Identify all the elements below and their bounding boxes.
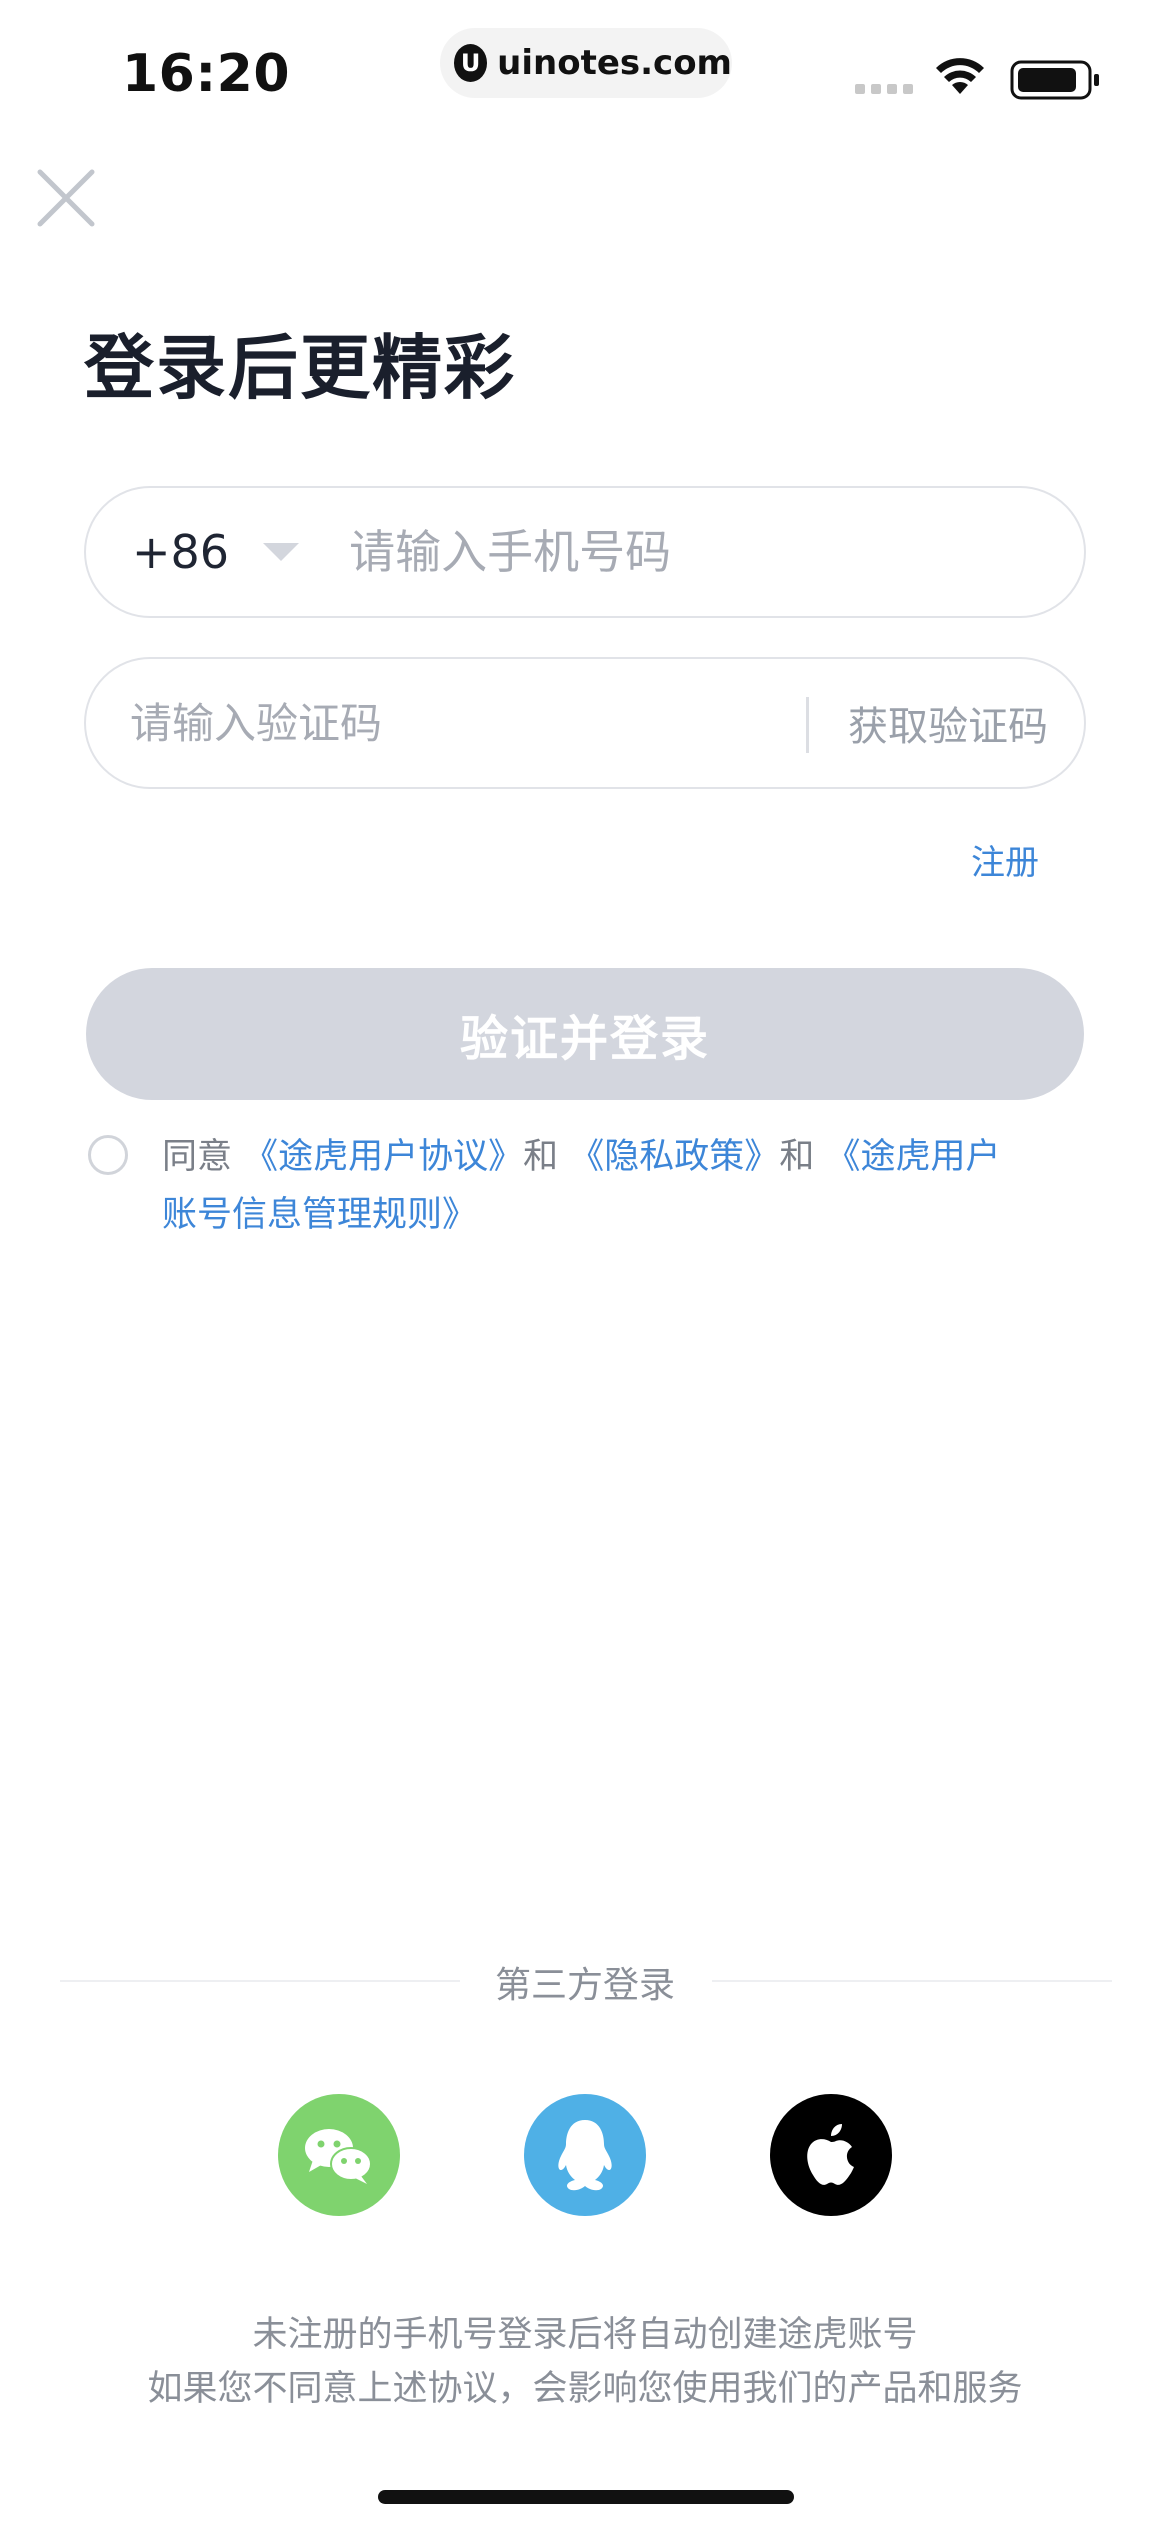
qq-icon xyxy=(558,2120,612,2191)
agreement-text: 同意 《途虎用户协议》和 《隐私政策》和 《途虎用户 账号信息管理规则》 xyxy=(162,1128,1062,1244)
site-logo-icon: U xyxy=(454,44,488,82)
agreement-checkbox[interactable] xyxy=(88,1135,128,1175)
verification-code-input[interactable] xyxy=(128,697,752,749)
wifi-icon xyxy=(936,58,984,94)
wechat-login-button[interactable] xyxy=(278,2094,400,2216)
agreement-and: 和 xyxy=(779,1137,826,1177)
page-title: 登录后更精彩 xyxy=(84,327,516,409)
agreement-prefix: 同意 xyxy=(162,1137,244,1177)
verify-login-button[interactable]: 验证并登录 xyxy=(86,968,1084,1100)
home-indicator[interactable] xyxy=(378,2490,794,2504)
chevron-down-icon[interactable] xyxy=(263,543,300,561)
agreement-and: 和 xyxy=(523,1137,570,1177)
close-icon[interactable] xyxy=(34,166,98,230)
wechat-icon xyxy=(305,2129,372,2184)
country-code-selector[interactable]: +86 xyxy=(132,525,229,579)
get-code-button[interactable]: 获取验证码 xyxy=(848,659,1048,787)
field-divider xyxy=(806,697,809,753)
user-agreement-link[interactable]: 《途虎用户协议》 xyxy=(243,1137,523,1177)
status-time: 16:20 xyxy=(122,44,291,104)
cellular-signal-icon xyxy=(855,84,913,94)
battery-icon xyxy=(1010,60,1099,100)
privacy-policy-link[interactable]: 《隐私政策》 xyxy=(569,1137,779,1177)
verification-code-field[interactable]: 获取验证码 xyxy=(84,657,1086,789)
qq-login-button[interactable] xyxy=(524,2094,646,2216)
footer-note-line: 未注册的手机号登录后将自动创建途虎账号 xyxy=(252,2315,918,2355)
third-party-title: 第三方登录 xyxy=(494,1965,675,2006)
url-pill[interactable]: U uinotes.com xyxy=(440,28,732,98)
phone-field[interactable]: +86 xyxy=(84,486,1086,618)
register-link[interactable]: 注册 xyxy=(971,835,1039,884)
phone-input[interactable] xyxy=(347,524,1032,580)
apple-icon xyxy=(807,2124,854,2185)
url-text: uinotes.com xyxy=(497,43,732,83)
footer-note: 未注册的手机号登录后将自动创建途虎账号 如果您不同意上述协议，会影响您使用我们的… xyxy=(0,2308,1170,2416)
divider-line xyxy=(712,1980,1112,1982)
apple-login-button[interactable] xyxy=(770,2094,892,2216)
footer-note-line: 如果您不同意上述协议，会影响您使用我们的产品和服务 xyxy=(147,2369,1023,2409)
